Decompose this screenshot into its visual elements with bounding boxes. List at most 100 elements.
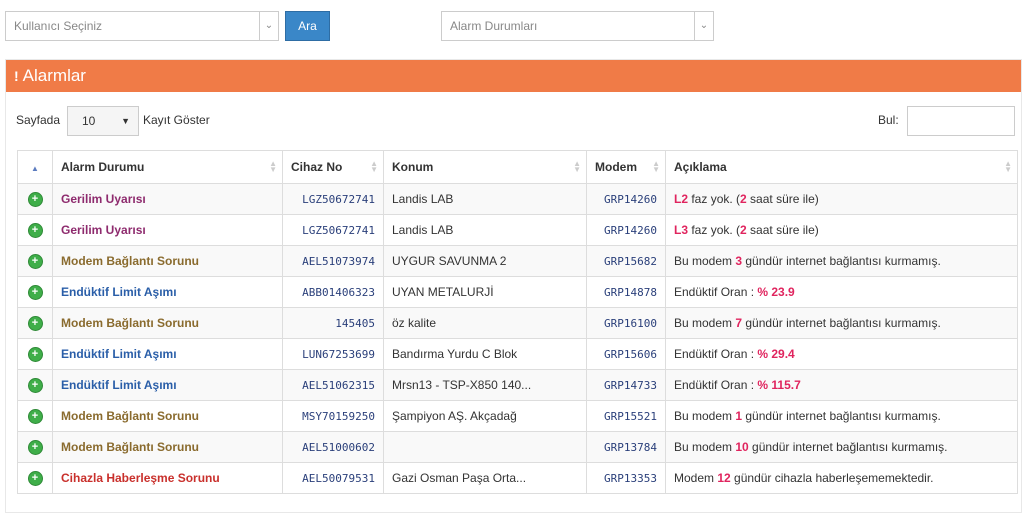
description-highlight-2: 2 [740, 192, 747, 206]
modem-cell: GRP13353 [586, 462, 666, 494]
description-prefix: Bu modem [674, 254, 736, 268]
alarms-table: ▲ Alarm Durumu ▲ ▼ Cihaz No ▲ ▼ Konum ▲ ▼ Mode… [17, 150, 1018, 494]
column-header-status[interactable]: Alarm Durumu ▲ ▼ [52, 150, 283, 184]
modem-cell: GRP15682 [586, 245, 666, 277]
table-search-input[interactable] [907, 106, 1015, 136]
description-middle: gündür internet bağlantısı kurmamış. [748, 440, 948, 454]
alarm-status-select[interactable]: Alarm Durumları ⌄ [441, 11, 714, 41]
alarm-status-text: Modem Bağlantı Sorunu [61, 254, 199, 268]
plus-circle-icon[interactable]: + [27, 316, 43, 331]
expand-cell[interactable]: + [17, 276, 53, 308]
plus-circle-icon[interactable]: + [27, 409, 43, 424]
column-header-modem[interactable]: Modem ▲ ▼ [586, 150, 666, 184]
plus-circle-icon[interactable]: + [27, 223, 43, 238]
alarm-status-value: Alarm Durumları [450, 19, 538, 33]
device-no-cell: AEL51073974 [282, 245, 384, 277]
page-length-select[interactable]: 10 ▼ [67, 106, 139, 136]
expand-cell[interactable]: + [17, 214, 53, 246]
alarm-status-cell: Modem Bağlantı Sorunu [52, 431, 283, 463]
plus-circle-icon[interactable]: + [27, 440, 43, 455]
location-cell: Şampiyon AŞ. Akçadağ [383, 400, 587, 432]
description-highlight: % 115.7 [757, 378, 801, 392]
modem-cell: GRP14878 [586, 276, 666, 308]
table-row[interactable]: + Modem Bağlantı Sorunu AEL51073974 UYGUR S… [17, 245, 1018, 277]
description-cell: L2 faz yok. (2 saat süre ile) [665, 183, 1018, 215]
location-cell: Landis LAB [383, 183, 587, 215]
plus-circle-icon[interactable]: + [27, 192, 43, 207]
expand-cell[interactable]: + [17, 245, 53, 277]
search-label: Bul: [878, 113, 899, 127]
description-cell: Endüktif Oran : % 23.9 [665, 276, 1018, 308]
table-row[interactable]: + Modem Bağlantı Sorunu MSY70159250 Şampiyo… [17, 400, 1018, 432]
expand-cell[interactable]: + [17, 431, 53, 463]
alarm-status-cell: Modem Bağlantı Sorunu [52, 245, 283, 277]
user-select-value: Kullanıcı Seçiniz [14, 19, 103, 33]
description-prefix: Endüktif Oran : [674, 285, 758, 299]
plus-circle-icon[interactable]: + [27, 471, 43, 486]
panel-header: ! Alarmlar [6, 60, 1021, 92]
alarm-status-cell: Modem Bağlantı Sorunu [52, 400, 283, 432]
expand-cell[interactable]: + [17, 183, 53, 215]
chevron-down-icon: ⌄ [259, 12, 278, 40]
alarm-status-cell: Endüktif Limit Aşımı [52, 369, 283, 401]
alarm-status-text: Modem Bağlantı Sorunu [61, 409, 199, 423]
description-highlight: % 29.4 [757, 347, 795, 361]
column-header-description[interactable]: Açıklama ▲ ▼ [665, 150, 1018, 184]
table-row[interactable]: + Endüktif Limit Aşımı AEL51062315 Mrsn13 -… [17, 369, 1018, 401]
alarm-status-text: Gerilim Uyarısı [61, 223, 146, 237]
device-no-cell: LUN67253699 [282, 338, 384, 370]
plus-circle-icon[interactable]: + [27, 285, 43, 300]
alarm-status-text: Cihazla Haberleşme Sorunu [61, 471, 220, 485]
table-row[interactable]: + Modem Bağlantı Sorunu 145405 öz kalite GRP… [17, 307, 1018, 339]
column-header-location[interactable]: Konum ▲ ▼ [383, 150, 587, 184]
device-no-cell: LGZ50672741 [282, 214, 384, 246]
description-highlight: L2 [674, 192, 689, 206]
alarm-status-text: Modem Bağlantı Sorunu [61, 316, 199, 330]
plus-circle-icon[interactable]: + [27, 347, 43, 362]
description-middle: gündür cihazla haberleşememektedir. [730, 471, 934, 485]
device-no-cell: AEL50079531 [282, 462, 384, 494]
description-middle: faz yok. ( [688, 223, 741, 237]
page-length-value: 10 [82, 114, 96, 128]
modem-cell: GRP15606 [586, 338, 666, 370]
column-header-expand[interactable]: ▲ [17, 150, 53, 184]
description-cell: Bu modem 10 gündür internet bağlantısı k… [665, 431, 1018, 463]
expand-cell[interactable]: + [17, 369, 53, 401]
expand-cell[interactable]: + [17, 338, 53, 370]
column-header-device[interactable]: Cihaz No ▲ ▼ [282, 150, 384, 184]
user-select[interactable]: Kullanıcı Seçiniz ⌄ [5, 11, 279, 41]
description-middle: gündür internet bağlantısı kurmamış. [742, 409, 941, 423]
location-cell [383, 431, 587, 463]
modem-cell: GRP14733 [586, 369, 666, 401]
alarm-status-cell: Gerilim Uyarısı [52, 183, 283, 215]
description-cell: Bu modem 3 gündür internet bağlantısı ku… [665, 245, 1018, 277]
description-cell: Bu modem 7 gündür internet bağlantısı ku… [665, 307, 1018, 339]
table-row[interactable]: + Gerilim Uyarısı LGZ50672741 Landis LAB GRP… [17, 214, 1018, 246]
modem-cell: GRP15521 [586, 400, 666, 432]
chevron-down-icon: ⌄ [694, 12, 713, 40]
device-no-cell: AEL51062315 [282, 369, 384, 401]
table-row[interactable]: + Cihazla Haberleşme Sorunu AEL50079531 Gaz… [17, 462, 1018, 494]
sort-asc-icon: ▲ [31, 164, 39, 173]
sort-icon: ▲ ▼ [269, 159, 277, 174]
plus-circle-icon[interactable]: + [27, 378, 43, 393]
alarm-status-text: Modem Bağlantı Sorunu [61, 440, 199, 454]
table-row[interactable]: + Gerilim Uyarısı LGZ50672741 Landis LAB GRP… [17, 183, 1018, 215]
plus-circle-icon[interactable]: + [27, 254, 43, 269]
expand-cell[interactable]: + [17, 462, 53, 494]
table-row[interactable]: + Modem Bağlantı Sorunu AEL51000602 GRP1378… [17, 431, 1018, 463]
expand-cell[interactable]: + [17, 400, 53, 432]
table-row[interactable]: + Endüktif Limit Aşımı ABB01406323 UYAN MET… [17, 276, 1018, 308]
exclamation-icon: ! [14, 68, 19, 84]
device-no-cell: ABB01406323 [282, 276, 384, 308]
description-middle: faz yok. ( [688, 192, 741, 206]
expand-cell[interactable]: + [17, 307, 53, 339]
alarm-status-cell: Cihazla Haberleşme Sorunu [52, 462, 283, 494]
description-cell: L3 faz yok. (2 saat süre ile) [665, 214, 1018, 246]
table-row[interactable]: + Endüktif Limit Aşımı LUN67253699 Bandırma… [17, 338, 1018, 370]
search-button[interactable]: Ara [285, 11, 330, 41]
description-middle: gündür internet bağlantısı kurmamış. [742, 316, 941, 330]
sort-icon: ▲ ▼ [573, 159, 581, 174]
sort-icon: ▲ ▼ [370, 159, 378, 174]
description-suffix: saat süre ile) [746, 223, 819, 237]
